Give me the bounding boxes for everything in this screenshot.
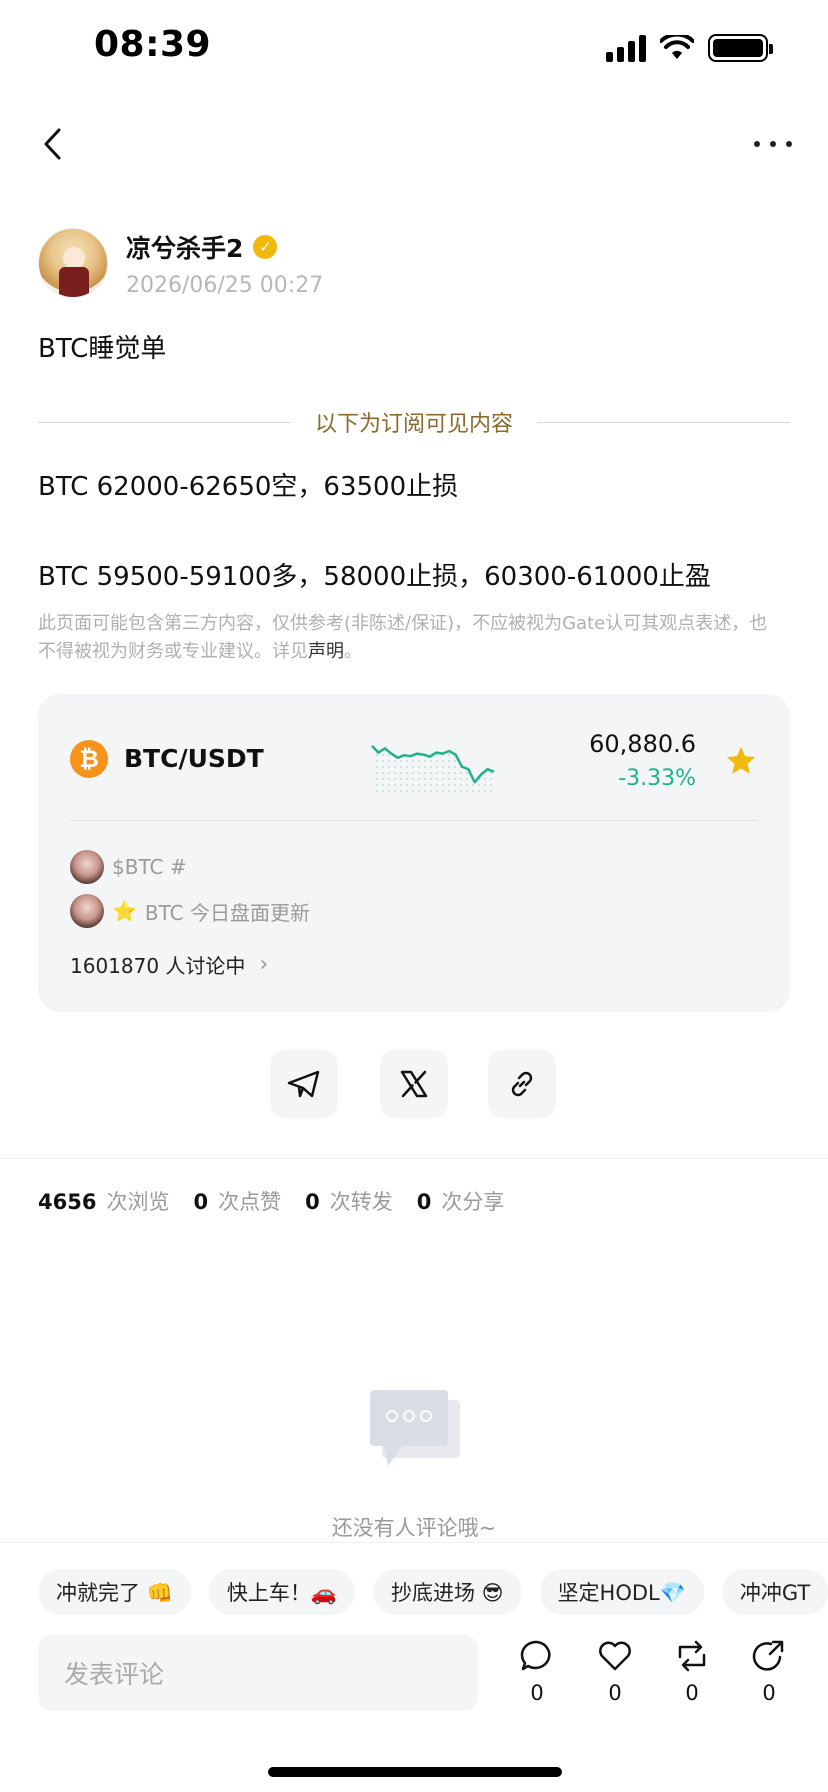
wifi-icon — [660, 35, 694, 59]
likes-count: 0 — [193, 1190, 209, 1214]
disclaimer-end: 。 — [344, 641, 362, 662]
post-body-line: BTC 59500-59100多，58000止损，60300-61000止盈 — [38, 562, 711, 592]
post-timestamp: 2026/06/25 00:27 — [126, 272, 324, 298]
quick-reply-chip[interactable]: 快上车！🚗 — [208, 1569, 355, 1615]
battery-icon — [708, 34, 773, 62]
comment-count: 0 — [530, 1681, 544, 1705]
trading-pair[interactable]: BTC/USDT — [124, 744, 264, 773]
copy-link-button[interactable] — [488, 1050, 556, 1118]
status-time: 08:39 — [94, 24, 212, 65]
cellular-signal-icon — [606, 34, 646, 62]
bitcoin-icon: ₿ — [70, 740, 108, 778]
divider-line — [537, 421, 791, 423]
disclaimer-link[interactable]: 声明 — [308, 641, 344, 662]
author-name-row: 凉兮杀手2 ✓ — [126, 229, 323, 265]
repost-icon — [678, 1640, 706, 1672]
price-change: -3.33% — [618, 766, 696, 791]
home-indicator — [268, 1767, 562, 1777]
author-header[interactable]: 凉兮杀手2 ✓ 2026/06/25 00:27 — [38, 228, 323, 298]
like-count: 0 — [608, 1681, 622, 1705]
link-icon — [511, 1071, 533, 1097]
empty-comments-icon — [370, 1390, 460, 1466]
comment-input[interactable]: 发表评论 — [38, 1635, 478, 1711]
topic-tag-text: BTC 今日盘面更新 — [144, 900, 310, 925]
author-avatar[interactable] — [38, 228, 108, 298]
comment-icon — [520, 1640, 551, 1671]
post-body-line: BTC 62000-62650空，63500止损 — [38, 472, 459, 502]
quick-reply-chip[interactable]: 冲就完了 👊 — [38, 1569, 191, 1615]
chevron-right-icon: › — [259, 952, 269, 977]
dot-icon — [770, 141, 776, 147]
shares-label: 次分享 — [441, 1190, 505, 1214]
card-divider — [70, 820, 758, 821]
likes-label: 次点赞 — [218, 1190, 282, 1214]
dot-icon — [786, 141, 792, 147]
user-avatar — [70, 894, 104, 928]
quick-reply-chip[interactable]: 坚定HODL💎 — [539, 1569, 704, 1615]
share-action-button[interactable]: 0 — [744, 1639, 794, 1705]
section-divider — [0, 1158, 828, 1159]
star-emoji-icon: ⭐ — [112, 899, 137, 923]
shares-count: 0 — [416, 1190, 432, 1214]
disclaimer-text: 此页面可能包含第三方内容，仅供参考(非陈述/保证)，不应被视为Gate认可其观点… — [38, 613, 768, 662]
discussion-count: 1601870 人讨论中 — [70, 954, 246, 978]
empty-comments-text: 还没有人评论哦~ — [331, 1516, 497, 1540]
views-label: 次浏览 — [106, 1190, 170, 1214]
bottom-comment-bar: 冲就完了 👊 快上车！🚗 抄底进场 😎 坚定HODL💎 冲冲GT 发表评论 0 … — [0, 1542, 828, 1792]
back-button[interactable] — [30, 122, 74, 166]
topic-tag-row[interactable]: $BTC # — [70, 850, 187, 884]
share-telegram-button[interactable] — [270, 1050, 338, 1118]
repost-count: 0 — [685, 1681, 699, 1705]
like-action-button[interactable]: 0 — [590, 1639, 640, 1705]
share-count: 0 — [762, 1681, 776, 1705]
heart-icon — [599, 1641, 631, 1671]
favorite-star-icon[interactable] — [724, 744, 758, 778]
quick-reply-chips: 冲就完了 👊 快上车！🚗 抄底进场 😎 坚定HODL💎 冲冲GT — [38, 1569, 828, 1615]
more-options-button[interactable] — [754, 126, 792, 162]
views-count: 4656 — [38, 1190, 97, 1214]
current-price: 60,880.6 — [589, 730, 696, 758]
subscription-divider-text: 以下为订阅可见内容 — [315, 412, 514, 437]
quick-reply-chip[interactable]: 抄底进场 😎 — [372, 1569, 522, 1615]
post-title: BTC睡觉单 — [38, 334, 167, 364]
chevron-left-icon — [44, 128, 61, 160]
reposts-label: 次转发 — [329, 1190, 393, 1214]
telegram-icon — [287, 1070, 320, 1098]
author-info: 凉兮杀手2 ✓ 2026/06/25 00:27 — [126, 229, 323, 298]
reposts-count: 0 — [305, 1190, 320, 1214]
status-icons — [606, 34, 773, 62]
post-stats: 4656 次浏览 0 次点赞 0 次转发 0 次分享 — [38, 1186, 528, 1216]
verified-check-icon: ✓ — [253, 234, 278, 259]
subscription-divider: 以下为订阅可见内容 — [38, 404, 791, 440]
dot-icon — [754, 141, 760, 147]
topic-tag-row[interactable]: ⭐ BTC 今日盘面更新 — [70, 894, 310, 928]
disclaimer: 此页面可能包含第三方内容，仅供参考(非陈述/保证)，不应被视为Gate认可其观点… — [38, 610, 768, 666]
x-icon — [400, 1070, 428, 1098]
status-bar: 08:39 — [0, 0, 828, 100]
price-sparkline — [371, 744, 495, 794]
author-name[interactable]: 凉兮杀手2 — [126, 229, 243, 265]
comment-action-button[interactable]: 0 — [512, 1639, 562, 1705]
discussion-link[interactable]: 1601870 人讨论中 › — [70, 950, 268, 979]
market-card[interactable]: ₿ BTC/USDT 60,880.6 -3.33% $BTC # ⭐ BTC … — [38, 694, 790, 1012]
topic-tag-text: $BTC # — [112, 855, 187, 879]
quick-reply-chip[interactable]: 冲冲GT — [721, 1569, 828, 1615]
divider-line — [38, 421, 291, 423]
comment-input-placeholder: 发表评论 — [64, 1660, 165, 1689]
share-x-button[interactable] — [380, 1050, 448, 1118]
repost-action-button[interactable]: 0 — [667, 1639, 717, 1705]
user-avatar — [70, 850, 104, 884]
share-icon — [752, 1640, 784, 1671]
